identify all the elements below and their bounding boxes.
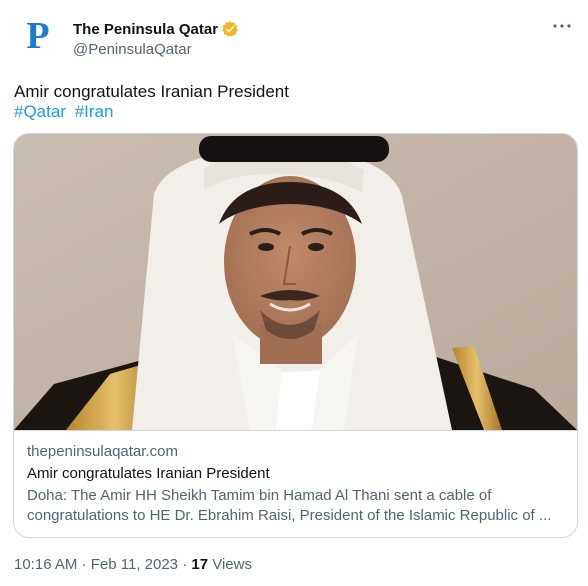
tweet-date[interactable]: Feb 11, 2023 bbox=[91, 556, 178, 573]
card-domain: thepeninsulaqatar.com bbox=[27, 443, 178, 460]
card-image[interactable] bbox=[14, 134, 577, 430]
verified-badge-icon bbox=[221, 20, 239, 38]
hashtag-iran[interactable]: #Iran bbox=[75, 102, 114, 121]
link-card[interactable]: thepeninsulaqatar.com Amir congratulates… bbox=[13, 133, 578, 538]
tweet-meta: 10:16 AM · Feb 11, 2023 · 17 Views bbox=[14, 556, 252, 573]
card-description-line: congratulations to HE Dr. Ebrahim Raisi,… bbox=[27, 507, 552, 524]
avatar-letter: P bbox=[26, 15, 50, 57]
card-description-line: Doha: The Amir HH Sheikh Tamim bin Hamad… bbox=[27, 487, 492, 504]
author-name-row: The Peninsula Qatar bbox=[73, 20, 239, 38]
tweet-time[interactable]: 10:16 AM bbox=[14, 556, 77, 573]
avatar[interactable]: P bbox=[16, 14, 60, 58]
meta-separator: · bbox=[178, 556, 192, 573]
hashtag-row: #Qatar #Iran bbox=[14, 101, 117, 123]
portrait-photo bbox=[14, 134, 577, 430]
views-count: 17 bbox=[191, 556, 209, 573]
hashtag-qatar[interactable]: #Qatar bbox=[14, 102, 66, 121]
display-name[interactable]: The Peninsula Qatar bbox=[73, 21, 218, 38]
tweet-text: Amir congratulates Iranian President bbox=[14, 82, 289, 101]
views-label: Views bbox=[208, 556, 252, 573]
card-description: Doha: The Amir HH Sheikh Tamim bin Hamad… bbox=[27, 486, 567, 526]
author-handle[interactable]: @PeninsulaQatar bbox=[73, 41, 192, 58]
card-body[interactable]: thepeninsulaqatar.com Amir congratulates… bbox=[14, 430, 577, 537]
more-options-icon[interactable] bbox=[550, 16, 574, 36]
card-title: Amir congratulates Iranian President bbox=[27, 465, 270, 482]
meta-separator: · bbox=[77, 556, 91, 573]
